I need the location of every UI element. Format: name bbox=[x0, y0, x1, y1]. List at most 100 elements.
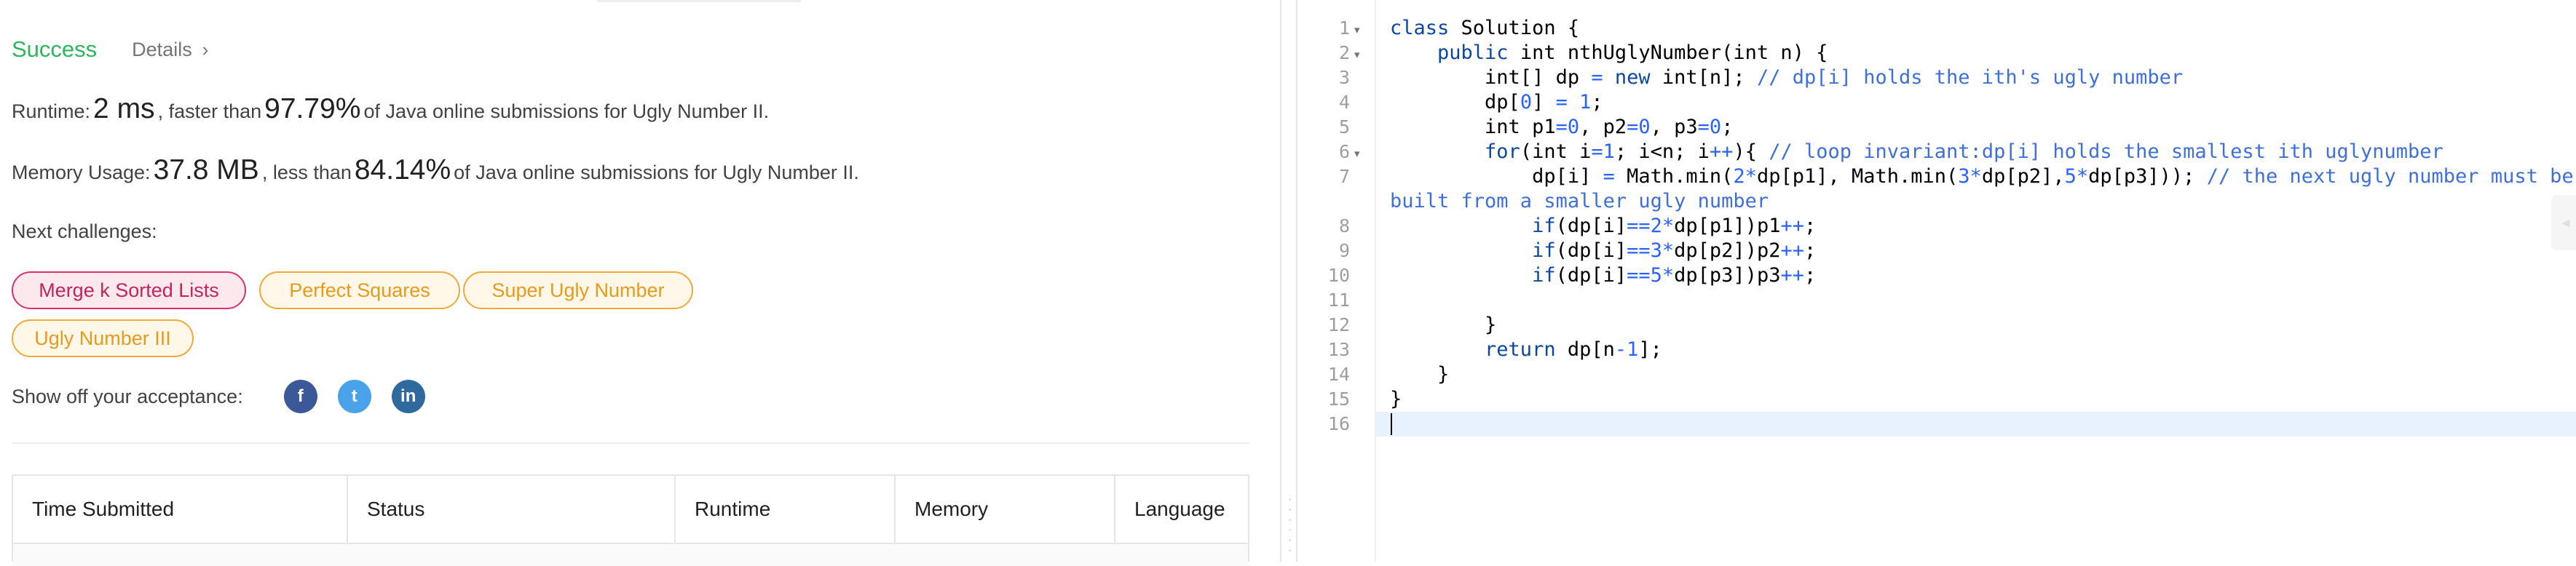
memory-stat: Memory Usage: 37.8 MB , less than 84.14%… bbox=[12, 154, 859, 186]
runtime-stat: Runtime: 2 ms , faster than 97.79% of Ja… bbox=[12, 93, 769, 125]
code-token: dp[p2])p2 bbox=[1674, 239, 1781, 262]
challenge-tag-super-ugly-number[interactable]: Super Ugly Number bbox=[463, 271, 693, 309]
code-token: ; bbox=[1721, 116, 1734, 138]
table-row[interactable] bbox=[13, 544, 1248, 566]
result-panel: Success Details › Runtime: 2 ms , faster… bbox=[0, 0, 1280, 566]
code-token: int p1 bbox=[1390, 116, 1556, 138]
twitter-icon[interactable]: t bbox=[337, 380, 371, 413]
code-line-4: dp[0] = 1; bbox=[1390, 90, 1603, 115]
line-number: 12 bbox=[1327, 314, 1350, 335]
fold-arrow-icon[interactable]: ▾ bbox=[1354, 48, 1360, 61]
code-token: ; bbox=[1591, 91, 1603, 113]
text-cursor bbox=[1391, 413, 1392, 435]
submissions-table: Time Submitted Status Runtime Memory Lan… bbox=[12, 474, 1249, 566]
code-token: int[] dp bbox=[1390, 66, 1592, 89]
challenge-tag-perfect-squares[interactable]: Perfect Squares bbox=[259, 271, 460, 309]
code-token: ]; bbox=[1638, 338, 1662, 361]
code-token: return bbox=[1390, 338, 1556, 361]
code-line-15: } bbox=[1390, 388, 1402, 410]
runtime-percent: 97.79% bbox=[264, 93, 361, 124]
code-line-13: return dp[n-1]; bbox=[1390, 338, 1662, 362]
code-token: ; i<n; i bbox=[1614, 140, 1710, 163]
runtime-value: 2 ms bbox=[93, 93, 155, 124]
challenge-tag-merge-k-sorted-lists[interactable]: Merge k Sorted Lists bbox=[12, 271, 246, 309]
line-number: 4 bbox=[1338, 92, 1350, 113]
line-number: 16 bbox=[1327, 413, 1350, 434]
fold-arrow-icon[interactable]: ▾ bbox=[1354, 23, 1360, 36]
drag-handle-icon[interactable]: · · · · · · bbox=[1288, 494, 1292, 557]
memory-suffix: of Java online submissions for Ugly Numb… bbox=[454, 162, 859, 183]
code-token: =1 bbox=[1591, 140, 1615, 163]
code-comment: // the next ugly number must be bbox=[2206, 165, 2574, 188]
code-token: ++ bbox=[1780, 239, 1804, 262]
column-header-time-submitted[interactable]: Time Submitted bbox=[13, 476, 348, 543]
code-line-1: class Solution { bbox=[1390, 16, 1579, 41]
code-line-8: if(dp[i]==2*dp[p1])p1++; bbox=[1390, 214, 1816, 239]
code-token: (dp[i] bbox=[1555, 215, 1627, 237]
code-token: public bbox=[1390, 41, 1509, 64]
code-token: ++ bbox=[1780, 215, 1804, 237]
code-line-14: } bbox=[1390, 363, 1450, 386]
code-token: 3* bbox=[1958, 165, 1982, 188]
share-row: Show off your acceptance: f t in bbox=[12, 377, 425, 416]
code-token: Solution { bbox=[1449, 17, 1580, 39]
column-header-runtime[interactable]: Runtime bbox=[676, 476, 896, 543]
code-token: for bbox=[1390, 140, 1520, 163]
code-token: ==5* bbox=[1627, 264, 1675, 287]
code-token: dp[p3])p3 bbox=[1674, 264, 1781, 287]
code-token: int[n]; bbox=[1650, 66, 1757, 89]
code-token: dp[i] bbox=[1390, 165, 1603, 188]
code-token: if bbox=[1390, 215, 1556, 237]
linkedin-icon[interactable]: in bbox=[391, 380, 425, 413]
success-status: Success bbox=[12, 36, 98, 62]
code-line-7: dp[i] = Math.min(2*dp[p1], Math.min(3*dp… bbox=[1390, 164, 2574, 189]
fold-arrow-icon[interactable]: ▾ bbox=[1354, 147, 1360, 160]
code-token: dp[p2], bbox=[1981, 165, 2065, 188]
code-token: if bbox=[1390, 264, 1556, 287]
line-number: 8 bbox=[1338, 215, 1350, 236]
column-header-language[interactable]: Language bbox=[1115, 476, 1251, 543]
code-line-3: int[] dp = new int[n]; // dp[i] holds th… bbox=[1390, 65, 2183, 90]
memory-label: Memory Usage: bbox=[12, 162, 151, 183]
code-token: new bbox=[1603, 66, 1651, 89]
code-token: =0 bbox=[1555, 116, 1580, 138]
details-label: Details bbox=[132, 38, 192, 60]
code-token: , p2 bbox=[1579, 116, 1627, 138]
code-token: ; bbox=[1803, 215, 1817, 237]
column-header-status[interactable]: Status bbox=[348, 476, 676, 543]
tab-indicator bbox=[597, 0, 801, 2]
table-header-row: Time Submitted Status Runtime Memory Lan… bbox=[13, 476, 1248, 544]
result-header: Success Details › bbox=[12, 33, 208, 65]
code-line-2: public int nthUglyNumber(int n) { bbox=[1390, 41, 1828, 65]
code-token: ++ bbox=[1780, 264, 1804, 287]
code-token: = bbox=[1591, 66, 1603, 89]
active-line-highlight bbox=[1376, 412, 2576, 437]
line-number: 5 bbox=[1338, 116, 1350, 137]
code-token: ; bbox=[1803, 239, 1817, 262]
share-label: Show off your acceptance: bbox=[12, 385, 243, 407]
code-token: (dp[i] bbox=[1555, 239, 1627, 262]
code-token: 0 bbox=[1520, 91, 1533, 113]
runtime-label: Runtime: bbox=[12, 100, 91, 122]
code-token: ] bbox=[1532, 91, 1556, 113]
side-panel-toggle-icon[interactable]: ◂ bbox=[2551, 195, 2576, 250]
code-editor[interactable]: 1 ▾ 2 ▾ 3 4 5 6 ▾ 7 8 9 10 11 12 13 14 1… bbox=[1297, 0, 2576, 562]
column-header-memory[interactable]: Memory bbox=[896, 476, 1115, 543]
code-line-10: if(dp[i]==5*dp[p3])p3++; bbox=[1390, 263, 1816, 288]
memory-mid: , less than bbox=[261, 162, 352, 183]
details-link[interactable]: Details › bbox=[132, 39, 208, 61]
code-token: ){ bbox=[1733, 140, 1769, 163]
line-number: 13 bbox=[1327, 339, 1350, 360]
challenge-tag-ugly-number-iii[interactable]: Ugly Number III bbox=[12, 319, 194, 357]
next-challenges-title: Next challenges: bbox=[12, 220, 157, 242]
code-token: -1 bbox=[1614, 338, 1639, 361]
code-token: ++ bbox=[1709, 140, 1734, 163]
code-token: dp[p1], Math.min( bbox=[1756, 165, 1959, 188]
line-number: 11 bbox=[1327, 290, 1350, 311]
line-number: 15 bbox=[1327, 388, 1350, 410]
panel-splitter[interactable]: · · · · · · bbox=[1280, 0, 1297, 562]
facebook-icon[interactable]: f bbox=[283, 380, 317, 413]
code-token: Math.min( bbox=[1614, 165, 1734, 188]
line-number: 10 bbox=[1327, 265, 1350, 286]
